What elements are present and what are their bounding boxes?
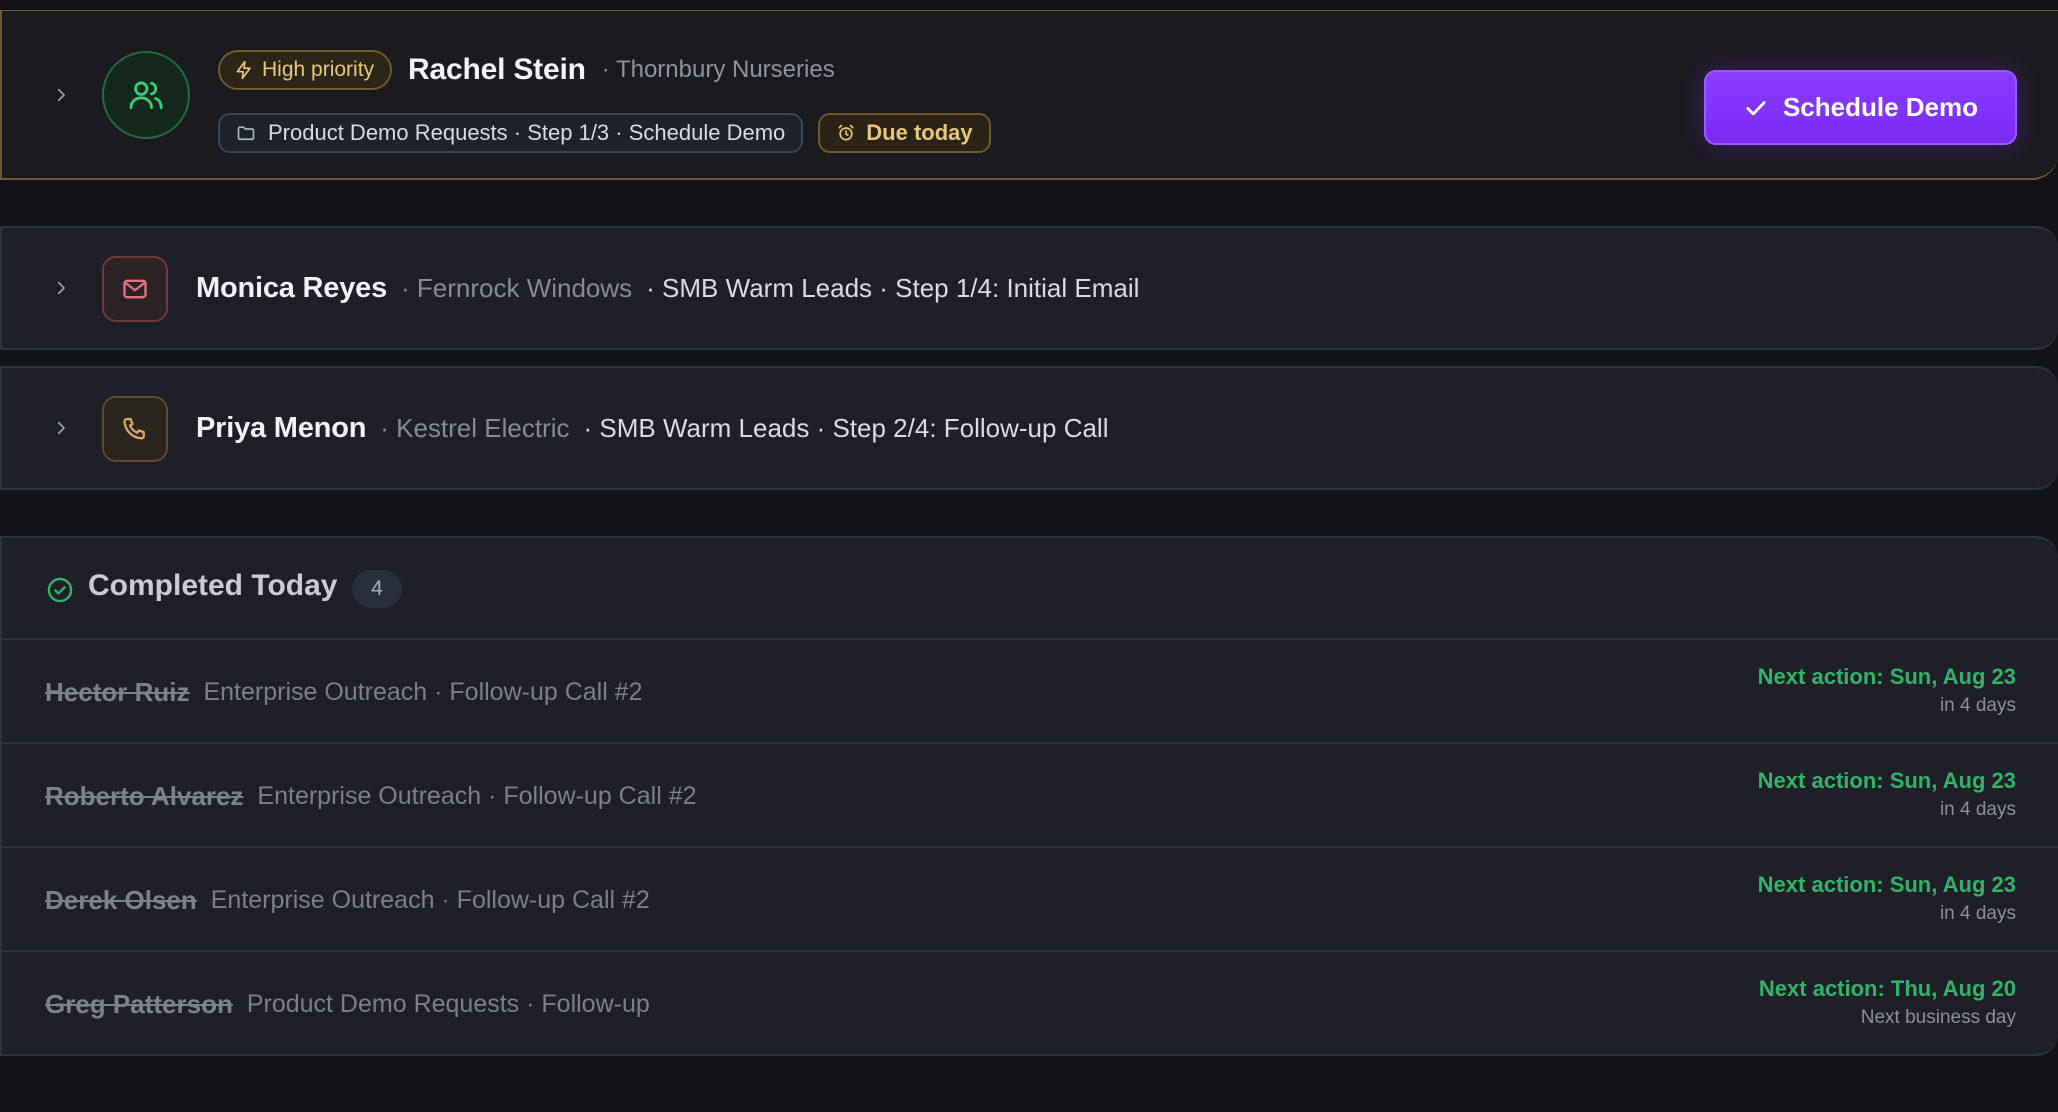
completed-count-badge: 4 [352,570,402,608]
task-card[interactable]: Priya Menon · Kestrel Electric · SMB War… [0,366,2058,490]
lightning-icon [236,60,251,80]
task-queue: High priority Rachel Stein · Thornbury N… [0,0,2058,1112]
users-icon [102,51,190,139]
completed-row[interactable]: Greg Patterson Product Demo Requests · F… [2,952,2058,1054]
contact-name: Hector Ruiz [45,676,190,707]
next-action-relative: Next business day [1860,1007,2016,1028]
chevron-right-icon[interactable] [50,417,72,439]
next-action-date: Next action: Sun, Aug 23 [1757,768,2016,793]
contact-name: Greg Patterson [45,988,233,1019]
alarm-clock-icon [838,124,854,141]
completed-header[interactable]: Completed Today 4 [2,538,2058,640]
sequence-label: Enterprise Outreach · Follow-up Call #2 [210,885,650,914]
sequence-label: · SMB Warm Leads · Step 2/4: Follow-up C… [583,412,1109,443]
completed-row[interactable]: Hector Ruiz Enterprise Outreach · Follow… [2,640,2058,744]
priority-badge: High priority [218,50,393,90]
task-summary: Monica Reyes · Fernrock Windows · SMB Wa… [196,228,1139,348]
active-task-meta: Product Demo Requests · Step 1/3 · Sched… [218,113,991,153]
active-task-card[interactable]: High priority Rachel Stein · Thornbury N… [0,10,2058,180]
sequence-label: Product Demo Requests · Follow-up [246,989,650,1018]
task-card[interactable]: Monica Reyes · Fernrock Windows · SMB Wa… [0,226,2058,350]
contact-name: Roberto Alvarez [45,780,244,811]
completed-today-section: Completed Today 4 Hector Ruiz Enterprise… [0,536,2058,1056]
next-action-relative: in 4 days [1939,695,2016,716]
contact-name: Derek Olsen [45,884,197,915]
schedule-demo-button[interactable]: Schedule Demo [1704,70,2017,145]
contact-name[interactable]: Monica Reyes [196,272,387,305]
next-action-date: Next action: Thu, Aug 20 [1758,976,2016,1001]
chevron-right-icon[interactable] [50,277,72,299]
completed-row[interactable]: Derek Olsen Enterprise Outreach · Follow… [2,848,2058,952]
sequence-label: Enterprise Outreach · Follow-up Call #2 [203,677,643,706]
contact-name[interactable]: Priya Menon [196,412,366,445]
chevron-right-icon[interactable] [50,84,72,106]
next-action-date: Next action: Sun, Aug 23 [1757,872,2016,897]
sequence-label: · SMB Warm Leads · Step 1/4: Initial Ema… [646,272,1140,303]
phone-icon [102,396,168,462]
sequence-label: Product Demo Requests · Step 1/3 · Sched… [268,120,786,145]
company-name: · Thornbury Nurseries [601,56,835,83]
company-name: · Fernrock Windows [401,272,633,303]
company-name: · Kestrel Electric [380,412,570,443]
due-badge: Due today [818,113,991,153]
active-task-header: High priority Rachel Stein · Thornbury N… [218,49,835,91]
next-action-relative: in 4 days [1939,799,2016,820]
sequence-label: Enterprise Outreach · Follow-up Call #2 [257,781,697,810]
next-action-date: Next action: Sun, Aug 23 [1757,664,2016,689]
completed-row[interactable]: Roberto Alvarez Enterprise Outreach · Fo… [2,744,2058,848]
mail-icon [102,256,168,322]
contact-name[interactable]: Rachel Stein [408,53,586,87]
due-label: Due today [866,120,973,145]
completed-title: Completed Today [88,569,338,602]
sequence-badge[interactable]: Product Demo Requests · Step 1/3 · Sched… [218,113,804,153]
check-circle-icon [47,577,73,603]
priority-label: High priority [262,58,375,81]
check-icon [1746,100,1766,115]
folder-icon [237,126,255,141]
schedule-demo-label: Schedule Demo [1782,92,1979,122]
task-summary: Priya Menon · Kestrel Electric · SMB War… [196,368,1109,488]
next-action-relative: in 4 days [1939,903,2016,924]
